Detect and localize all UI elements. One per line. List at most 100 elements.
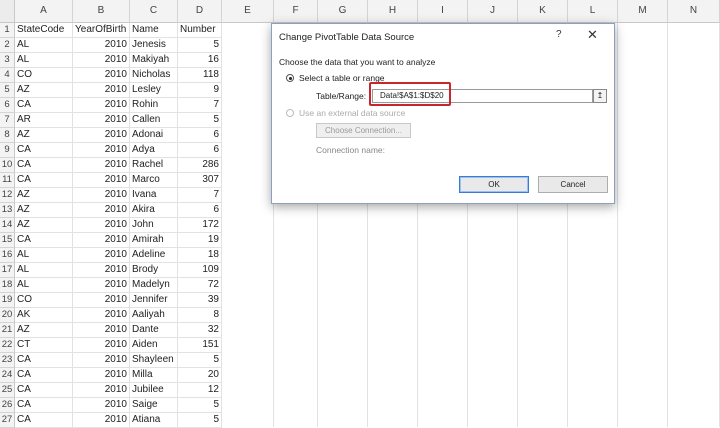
row-header[interactable]: 20 [0,308,15,323]
cell-b9[interactable]: 2010 [73,143,130,158]
row-header[interactable]: 26 [0,398,15,413]
cell-d5[interactable]: 9 [178,83,222,98]
row-header[interactable]: 18 [0,278,15,293]
cell-a24[interactable]: CA [15,368,73,383]
cell-b21[interactable]: 2010 [73,323,130,338]
cell-d2[interactable]: 5 [178,38,222,53]
cell-b5[interactable]: 2010 [73,83,130,98]
row-header[interactable]: 27 [0,413,15,428]
row-header[interactable]: 16 [0,248,15,263]
row-header[interactable]: 5 [0,83,15,98]
cell-b27[interactable]: 2010 [73,413,130,428]
row-header[interactable]: 23 [0,353,15,368]
cell-b24[interactable]: 2010 [73,368,130,383]
column-header-f[interactable]: F [274,0,318,23]
cell-a4[interactable]: CO [15,68,73,83]
column-header-e[interactable]: E [222,0,274,23]
cell-c17[interactable]: Brody [130,263,178,278]
cell-c24[interactable]: Milla [130,368,178,383]
cell-a14[interactable]: AZ [15,218,73,233]
cell-d23[interactable]: 5 [178,353,222,368]
cell-a26[interactable]: CA [15,398,73,413]
column-header-c[interactable]: C [130,0,178,23]
row-header[interactable]: 24 [0,368,15,383]
cell-b25[interactable]: 2010 [73,383,130,398]
row-header[interactable]: 17 [0,263,15,278]
cell-c8[interactable]: Adonai [130,128,178,143]
cell-c1[interactable]: Name [130,23,178,38]
cell-a7[interactable]: AR [15,113,73,128]
cell-d26[interactable]: 5 [178,398,222,413]
column-header-m[interactable]: M [618,0,668,23]
cell-d6[interactable]: 7 [178,98,222,113]
cell-c20[interactable]: Aaliyah [130,308,178,323]
cell-b17[interactable]: 2010 [73,263,130,278]
cell-d9[interactable]: 6 [178,143,222,158]
collapse-dialog-button[interactable]: ↥ [593,89,607,103]
cell-d15[interactable]: 19 [178,233,222,248]
cell-c18[interactable]: Madelyn [130,278,178,293]
cell-c16[interactable]: Adeline [130,248,178,263]
cell-d21[interactable]: 32 [178,323,222,338]
row-header[interactable]: 12 [0,188,15,203]
row-header[interactable]: 14 [0,218,15,233]
cell-d11[interactable]: 307 [178,173,222,188]
cell-a22[interactable]: CT [15,338,73,353]
cell-d10[interactable]: 286 [178,158,222,173]
row-header[interactable]: 7 [0,113,15,128]
cell-d12[interactable]: 7 [178,188,222,203]
row-header[interactable]: 21 [0,323,15,338]
cell-b4[interactable]: 2010 [73,68,130,83]
row-header[interactable]: 4 [0,68,15,83]
cell-a20[interactable]: AK [15,308,73,323]
row-header[interactable]: 15 [0,233,15,248]
cell-c19[interactable]: Jennifer [130,293,178,308]
external-source-radio[interactable] [286,109,294,117]
cell-c10[interactable]: Rachel [130,158,178,173]
cell-d4[interactable]: 118 [178,68,222,83]
cell-a1[interactable]: StateCode [15,23,73,38]
column-header-a[interactable]: A [15,0,73,23]
cell-c13[interactable]: Akira [130,203,178,218]
cell-a9[interactable]: CA [15,143,73,158]
column-header-i[interactable]: I [418,0,468,23]
ok-button[interactable]: OK [459,176,529,193]
cell-b7[interactable]: 2010 [73,113,130,128]
column-header-l[interactable]: L [568,0,618,23]
cell-d16[interactable]: 18 [178,248,222,263]
row-header[interactable]: 10 [0,158,15,173]
cell-a12[interactable]: AZ [15,188,73,203]
row-header[interactable]: 13 [0,203,15,218]
cell-a21[interactable]: AZ [15,323,73,338]
cell-b16[interactable]: 2010 [73,248,130,263]
choose-connection-button[interactable]: Choose Connection... [316,123,411,138]
cell-a25[interactable]: CA [15,383,73,398]
row-header[interactable]: 3 [0,53,15,68]
cell-b11[interactable]: 2010 [73,173,130,188]
cell-c11[interactable]: Marco [130,173,178,188]
cell-b14[interactable]: 2010 [73,218,130,233]
cell-c4[interactable]: Nicholas [130,68,178,83]
cell-b8[interactable]: 2010 [73,128,130,143]
cell-b6[interactable]: 2010 [73,98,130,113]
cell-c15[interactable]: Amirah [130,233,178,248]
cell-d20[interactable]: 8 [178,308,222,323]
cell-a27[interactable]: CA [15,413,73,428]
cell-d8[interactable]: 6 [178,128,222,143]
cell-b10[interactable]: 2010 [73,158,130,173]
cell-d19[interactable]: 39 [178,293,222,308]
cell-c14[interactable]: John [130,218,178,233]
cell-b1[interactable]: YearOfBirth [73,23,130,38]
select-table-radio[interactable] [286,74,294,82]
row-header[interactable]: 8 [0,128,15,143]
cell-d22[interactable]: 151 [178,338,222,353]
cell-c7[interactable]: Callen [130,113,178,128]
row-header[interactable]: 1 [0,23,15,38]
cell-c12[interactable]: Ivana [130,188,178,203]
cell-a2[interactable]: AL [15,38,73,53]
cell-a8[interactable]: AZ [15,128,73,143]
cell-b20[interactable]: 2010 [73,308,130,323]
cell-a3[interactable]: AL [15,53,73,68]
column-header-b[interactable]: B [73,0,130,23]
cell-d13[interactable]: 6 [178,203,222,218]
